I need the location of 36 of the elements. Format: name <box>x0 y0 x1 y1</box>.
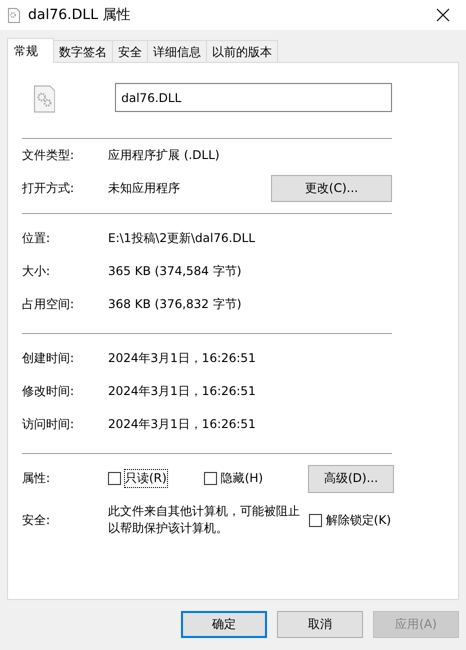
checkbox-label: 隐藏(H) <box>220 470 264 487</box>
field-label: 占用空间: <box>22 296 76 313</box>
field-label: 位置: <box>22 230 52 247</box>
checkbox[interactable] <box>204 472 217 485</box>
field-label: 打开方式: <box>22 180 76 197</box>
field-label: 访问时间: <box>22 416 76 433</box>
change-button[interactable]: 更改(C)... <box>271 175 392 202</box>
checkbox-label: 解除锁定(K) <box>324 512 392 528</box>
checkbox[interactable] <box>108 472 121 485</box>
field-label: 创建时间: <box>22 350 76 367</box>
field-value: E:\1投稿\2更新\dal76.DLL <box>108 230 256 247</box>
close-icon[interactable] <box>436 8 450 22</box>
field-value: 2024年3月1日，16:26:51 <box>108 416 257 433</box>
file-gear-icon <box>8 8 20 22</box>
tab[interactable]: 以前的版本 <box>206 40 278 62</box>
field-label: 安全: <box>22 512 52 528</box>
field-label: 修改时间: <box>22 383 76 400</box>
field-value: 未知应用程序 <box>108 180 181 197</box>
tab[interactable]: 常规 <box>7 38 54 63</box>
field-label: 大小: <box>22 263 52 280</box>
window-title: dal76.DLL 属性 <box>28 6 132 24</box>
checkbox[interactable] <box>308 514 322 526</box>
file-name-field[interactable]: dal76.DLL <box>115 83 392 112</box>
dialog-button[interactable]: 取消 <box>277 611 363 638</box>
field-value: 368 KB (376,832 字节) <box>108 296 242 313</box>
checkbox-label: 只读(R) <box>124 469 168 488</box>
dialog-button[interactable]: 确定 <box>181 611 267 638</box>
field-value: 365 KB (374,584 字节) <box>108 263 242 280</box>
file-gear-icon <box>34 85 56 113</box>
field-value: 2024年3月1日，16:26:51 <box>108 383 257 400</box>
field-label: 属性: <box>22 470 52 487</box>
field-value: 应用程序扩展 (.DLL) <box>108 147 221 164</box>
advanced-button[interactable]: 高级(D)... <box>308 464 394 492</box>
field-label: 文件类型: <box>22 147 76 164</box>
security-message: 此文件来自其他计算机，可能被阻止以帮助保护该计算机。 <box>108 503 301 537</box>
field-value: 2024年3月1日，16:26:51 <box>108 350 257 367</box>
